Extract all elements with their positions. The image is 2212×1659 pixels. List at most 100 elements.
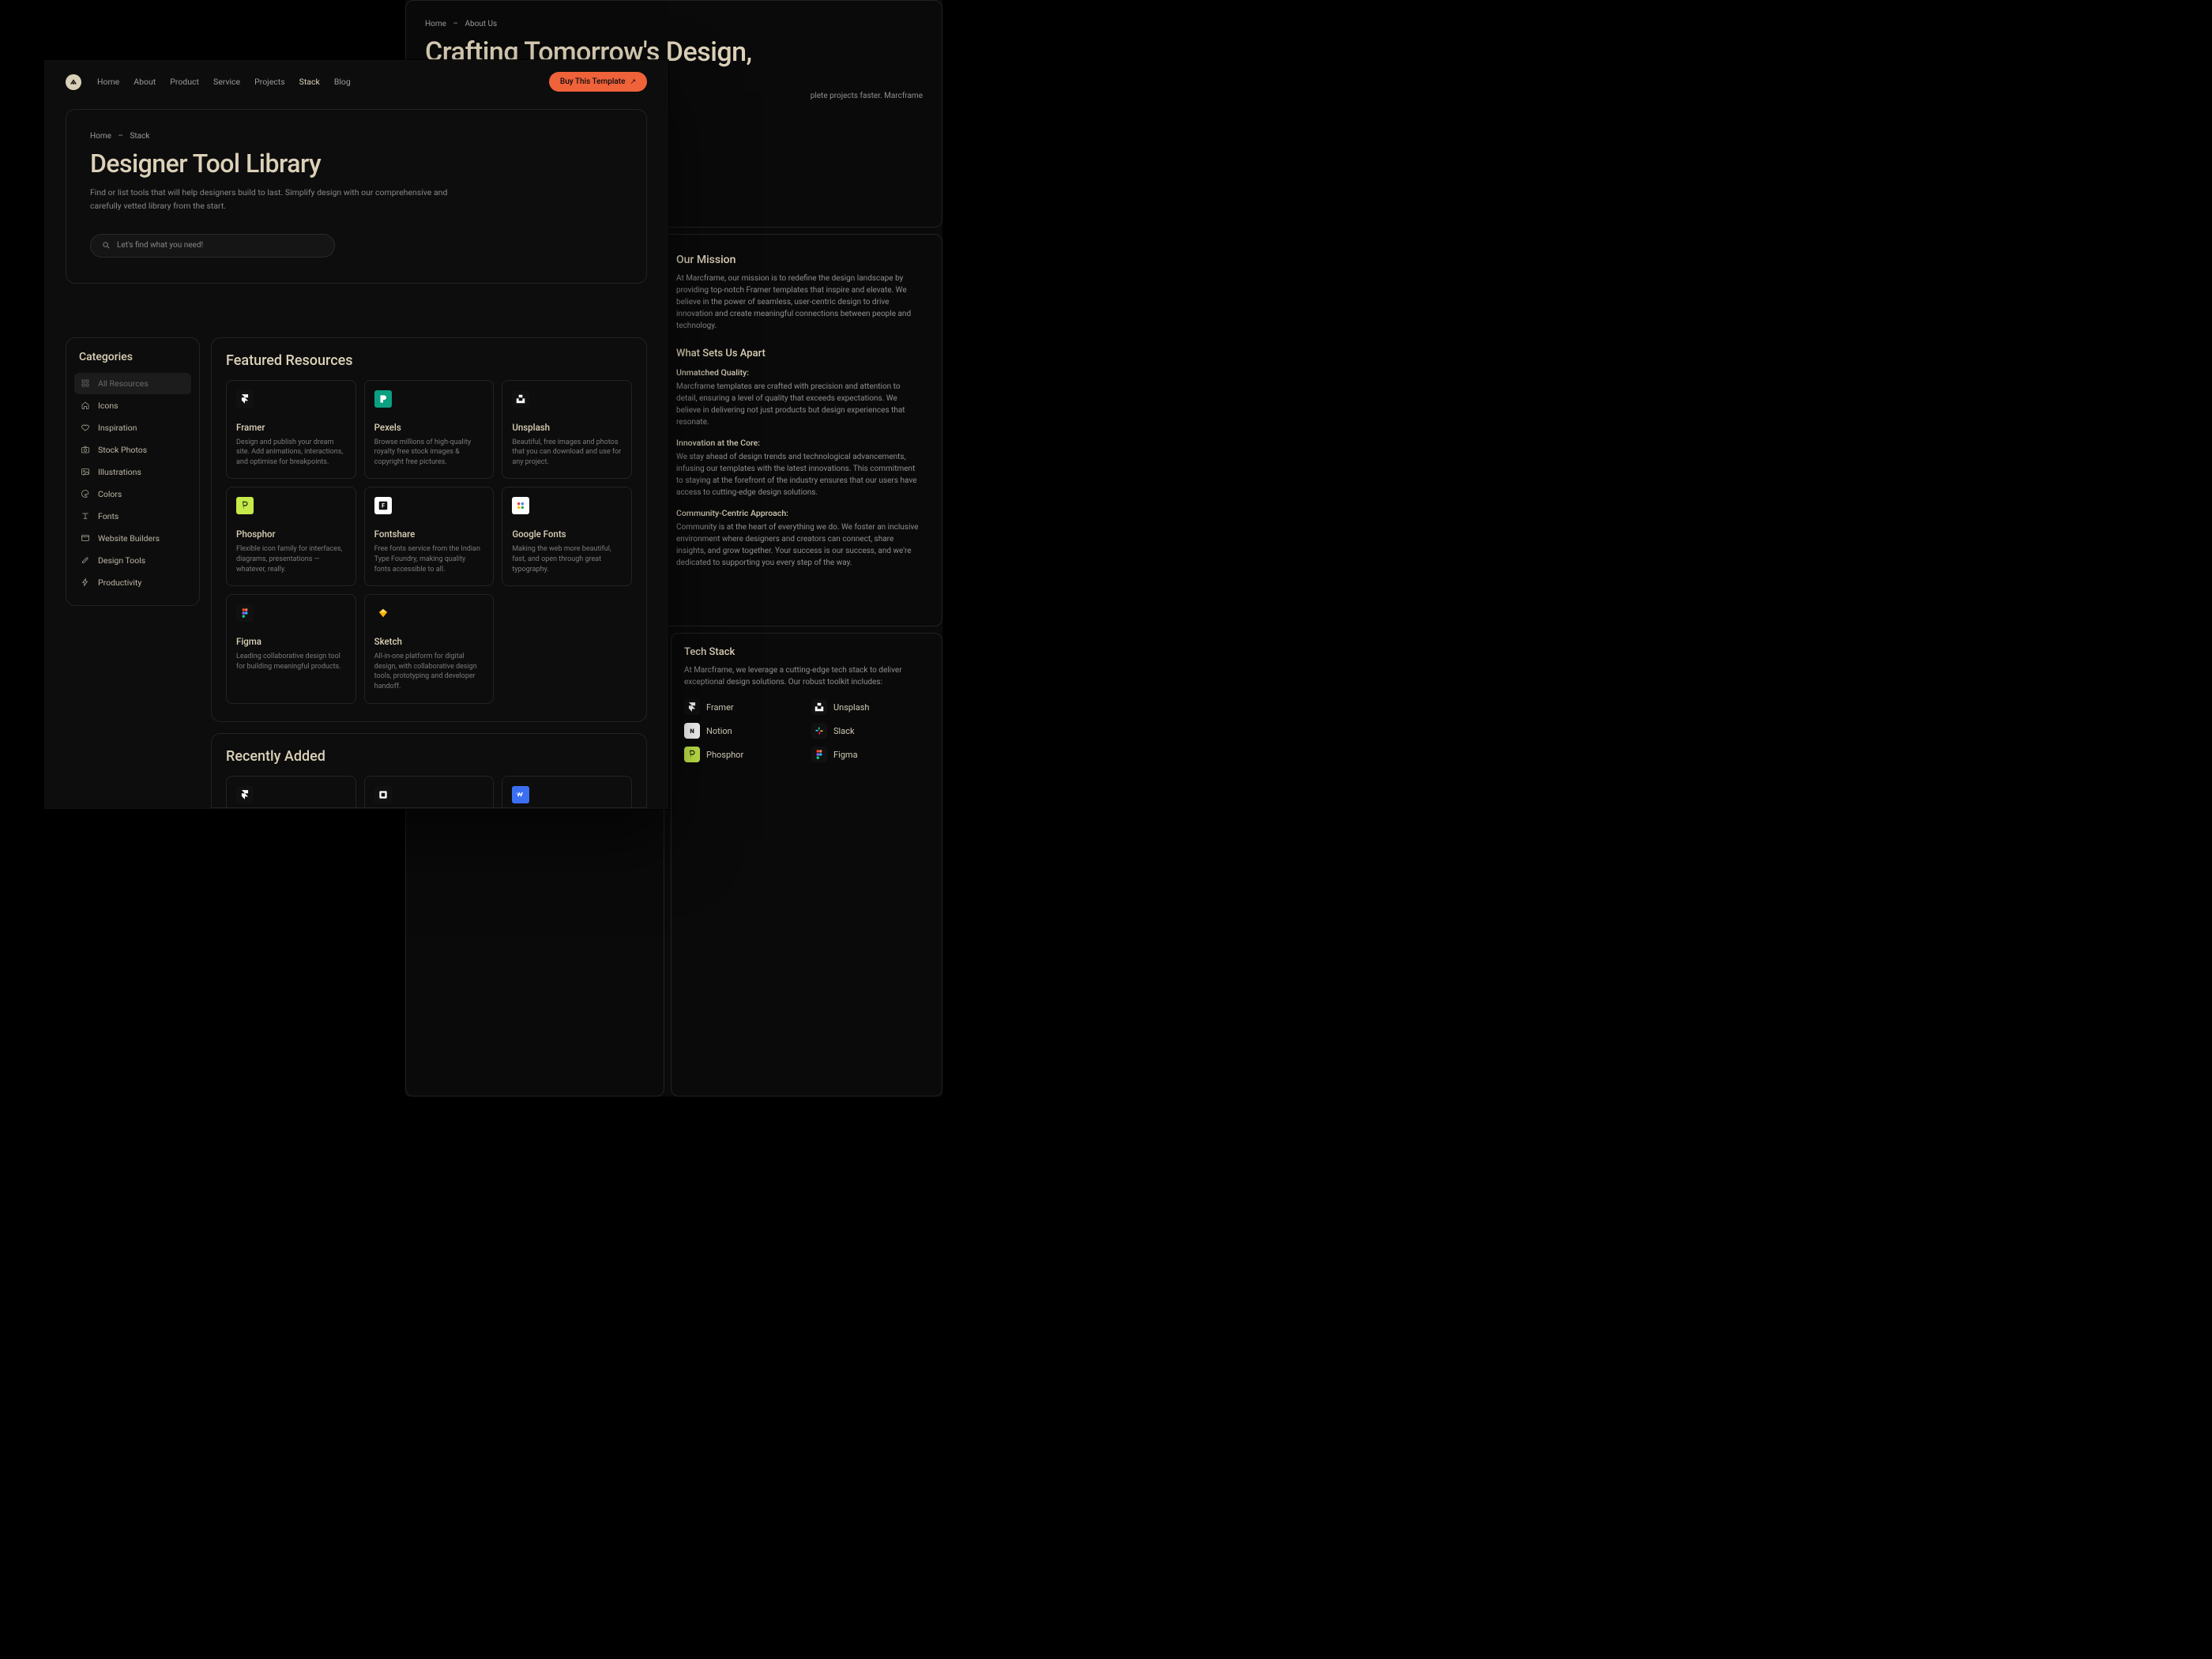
recent-card[interactable] (502, 776, 632, 807)
recently-added-grid (226, 776, 632, 807)
pexels-icon (374, 390, 392, 408)
sets-list: Unmatched Quality: Marcframe templates ar… (676, 367, 923, 569)
image-icon (81, 467, 90, 476)
categories-sidebar: Categories All Resources Icons Inspiration… (66, 337, 200, 606)
sidebar-item-label: Fonts (98, 511, 118, 521)
svg-text:N: N (690, 728, 694, 735)
google-icon (512, 497, 529, 514)
techstack-item-framer[interactable]: Framer (684, 699, 802, 715)
tool-desc: Free fonts service from the Indian Type … (374, 544, 484, 574)
sidebar-item-label: Colors (98, 489, 122, 499)
breadcrumb-home[interactable]: Home (425, 20, 446, 28)
recently-added-heading: Recently Added (226, 748, 632, 765)
categories-heading: Categories (79, 351, 186, 363)
sidebar-item-inspiration[interactable]: Inspiration (74, 417, 191, 438)
webflow-icon (512, 786, 529, 803)
sidebar-item-label: Inspiration (98, 423, 137, 433)
sidebar-item-fonts[interactable]: Fonts (74, 506, 191, 527)
nav-links: Home About Product Service Projects Stack Blog (97, 77, 351, 87)
featured-section: Featured Resources FramerDesign and publ… (211, 337, 647, 722)
sidebar-item-stock-photos[interactable]: Stock Photos (74, 439, 191, 461)
tool-card-fontshare[interactable]: FFontshareFree fonts service from the In… (364, 487, 495, 586)
search-input[interactable]: Let's find what you need! (90, 234, 335, 258)
sidebar-item-label: All Resources (98, 378, 149, 389)
techstack-label: Unsplash (833, 702, 869, 713)
techstack-label: Figma (833, 750, 858, 760)
type-icon (81, 511, 90, 521)
framer-icon (236, 390, 254, 408)
browser-icon (81, 533, 90, 543)
sketch-icon (374, 604, 392, 622)
tool-card-sketch[interactable]: SketchAll-in-one platform for digital de… (364, 594, 495, 703)
sets-item-heading: Community-Centric Approach: (676, 508, 923, 518)
tool-card-phosphor[interactable]: PhosphorFlexible icon family for interfa… (226, 487, 356, 586)
top-nav: Home About Product Service Projects Stack Blog… (45, 61, 668, 103)
phosphor-icon (236, 497, 254, 514)
sidebar-item-label: Website Builders (98, 533, 160, 544)
techstack-item-unsplash[interactable]: Unsplash (811, 699, 929, 715)
logo-icon[interactable] (66, 74, 81, 90)
nav-link-home[interactable]: Home (97, 77, 119, 87)
nav-link-service[interactable]: Service (213, 77, 240, 87)
slack-icon (811, 723, 827, 739)
sets-item-body: Marcframe templates are crafted with pre… (676, 381, 923, 428)
bolt-icon (81, 577, 90, 587)
sidebar-item-label: Stock Photos (98, 445, 147, 455)
techstack-item-figma[interactable]: Figma (811, 747, 929, 762)
tool-name: Framer (236, 422, 346, 433)
sets-item-body: Community is at the heart of everything … (676, 521, 923, 569)
breadcrumb-home[interactable]: Home (90, 132, 111, 141)
techstack-card: Tech Stack At Marcframe, we leverage a c… (671, 633, 942, 1097)
techstack-label: Framer (706, 702, 734, 713)
nav-link-product[interactable]: Product (170, 77, 199, 87)
techstack-label: Slack (833, 726, 855, 736)
arrow-icon: ↗ (630, 78, 636, 86)
sidebar-item-design-tools[interactable]: Design Tools (74, 550, 191, 571)
nav-link-about[interactable]: About (134, 77, 156, 87)
sidebar-item-website-builders[interactable]: Website Builders (74, 528, 191, 549)
mission-heading: Our Mission (676, 254, 923, 266)
phosphor-icon (684, 747, 700, 762)
sidebar-item-all-resources[interactable]: All Resources (74, 373, 191, 394)
featured-heading: Featured Resources (226, 352, 632, 369)
heart-icon (81, 423, 90, 432)
recent-card[interactable] (226, 776, 356, 807)
tool-card-pexels[interactable]: PexelsBrowse millions of high-quality ro… (364, 380, 495, 480)
tool-name: Sketch (374, 636, 484, 647)
tool-name: Pexels (374, 422, 484, 433)
page-subtitle: Find or list tools that will help design… (90, 186, 453, 213)
categories-list: All Resources Icons Inspiration Stock Photo… (74, 373, 191, 593)
sidebar-item-label: Design Tools (98, 555, 145, 566)
buy-template-button[interactable]: Buy This Template ↗ (549, 72, 647, 92)
tools-icon (81, 555, 90, 565)
tool-card-unsplash[interactable]: UnsplashBeautiful, free images and photo… (502, 380, 632, 480)
unsplash-icon (811, 699, 827, 715)
nav-link-stack[interactable]: Stack (299, 77, 320, 87)
tool-desc: Beautiful, free images and photos that y… (512, 438, 622, 468)
tool-card-google-fonts[interactable]: Google FontsMaking the web more beautifu… (502, 487, 632, 586)
breadcrumb-sep: – (118, 132, 123, 141)
nav-link-projects[interactable]: Projects (254, 77, 285, 87)
sidebar-item-productivity[interactable]: Productivity (74, 572, 191, 593)
tool-card-figma[interactable]: FigmaLeading collaborative design tool f… (226, 594, 356, 703)
techstack-item-notion[interactable]: N Notion (684, 723, 802, 739)
techstack-item-slack[interactable]: Slack (811, 723, 929, 739)
techstack-label: Notion (706, 726, 732, 736)
mission-body: At Marcframe, our mission is to redefine… (676, 273, 923, 332)
breadcrumb-current: Stack (130, 132, 149, 141)
sidebar-item-icons[interactable]: Icons (74, 395, 191, 416)
sidebar-item-colors[interactable]: Colors (74, 483, 191, 505)
search-placeholder: Let's find what you need! (117, 241, 203, 250)
techstack-item-phosphor[interactable]: Phosphor (684, 747, 802, 762)
techstack-grid: Framer Unsplash N Notion Slack Phosphor Figma (684, 699, 929, 762)
framer-icon (684, 699, 700, 715)
sets-item-heading: Unmatched Quality: (676, 367, 923, 378)
sets-item-body: We stay ahead of design trends and techn… (676, 451, 923, 498)
nav-link-blog[interactable]: Blog (334, 77, 351, 87)
recent-card[interactable] (364, 776, 495, 807)
tool-card-framer[interactable]: FramerDesign and publish your dream site… (226, 380, 356, 480)
sidebar-item-illustrations[interactable]: Illustrations (74, 461, 191, 483)
sidebar-item-label: Icons (98, 401, 118, 411)
tool-name: Phosphor (236, 529, 346, 540)
figma-icon (236, 604, 254, 622)
